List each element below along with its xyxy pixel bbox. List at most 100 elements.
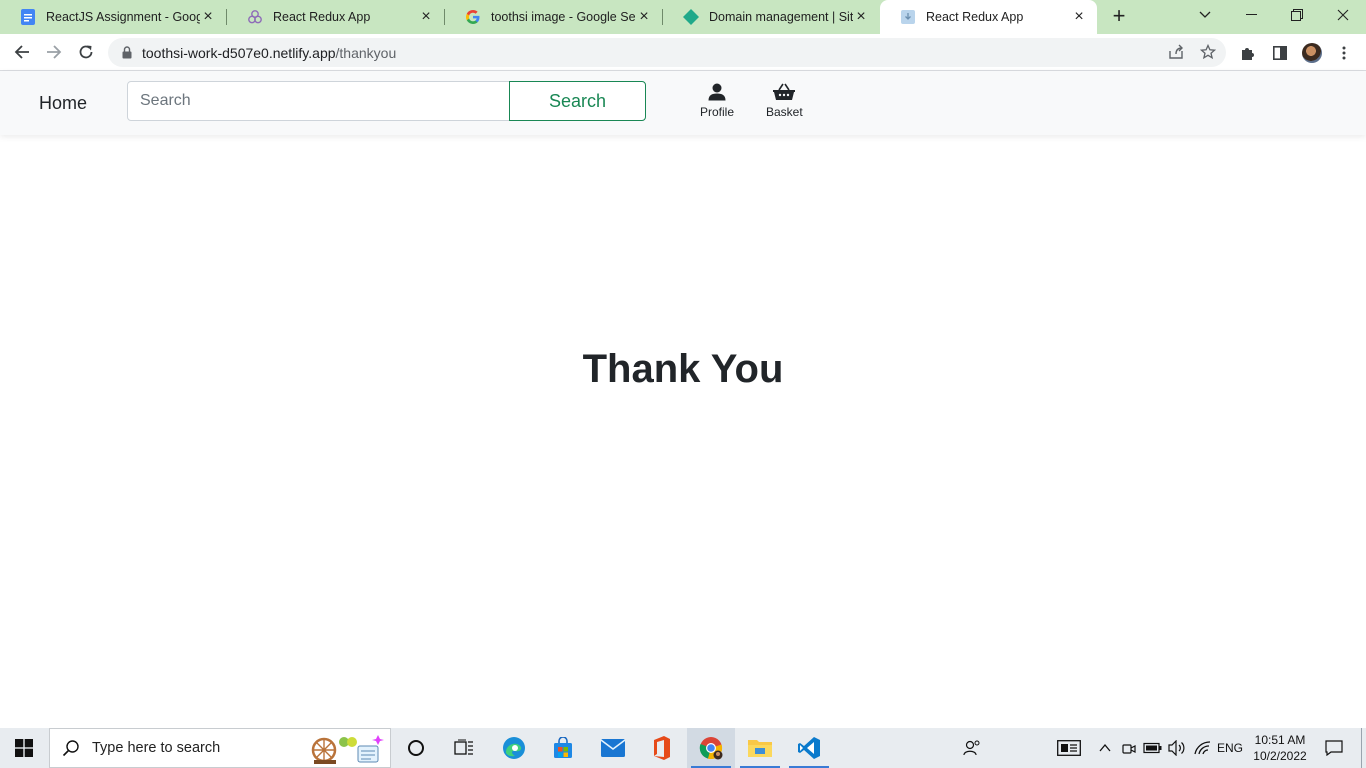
chrome-taskbar-button[interactable] <box>687 728 735 768</box>
reload-icon <box>79 45 93 59</box>
address-bar[interactable]: toothsi-work-d507e0.netlify.app/thankyou <box>108 38 1226 67</box>
store-taskbar-button[interactable] <box>539 728 587 768</box>
avatar <box>1302 43 1322 63</box>
close-tab-icon[interactable]: × <box>636 9 652 25</box>
show-desktop-button[interactable] <box>1361 728 1366 768</box>
tab-google-docs[interactable]: ReactJS Assignment - Google Docs × <box>0 0 226 34</box>
close-tab-icon[interactable]: × <box>1071 9 1087 25</box>
language-label: ENG <box>1216 741 1243 755</box>
system-clock[interactable]: 10:51 AM 10/2/2022 <box>1248 732 1312 764</box>
meet-now-button[interactable] <box>1120 728 1138 768</box>
tab-title: React Redux App <box>926 10 1024 24</box>
profile-avatar-button[interactable] <box>1302 43 1322 63</box>
home-link[interactable]: Home <box>39 93 87 114</box>
thank-you-heading: Thank You <box>582 347 784 391</box>
share-button[interactable] <box>1167 43 1185 61</box>
close-tab-icon[interactable]: × <box>418 9 434 25</box>
search-input[interactable] <box>127 81 510 121</box>
tab-title: Domain management | Site settings <box>709 10 853 24</box>
speaker-icon <box>1168 740 1185 756</box>
bookmark-button[interactable] <box>1199 43 1217 61</box>
clock-time: 10:51 AM <box>1254 733 1306 747</box>
kebab-menu-icon <box>1342 46 1346 60</box>
battery-icon <box>1143 742 1162 754</box>
action-center-button[interactable] <box>1320 728 1348 768</box>
tab-search-button[interactable] <box>1182 0 1228 30</box>
browser-menu-button[interactable] <box>1334 43 1354 63</box>
office-icon <box>654 736 670 760</box>
back-button[interactable] <box>10 40 34 64</box>
tab-react-redux-app[interactable]: React Redux App × <box>227 0 444 34</box>
tab-domain-management[interactable]: Domain management | Site settings × <box>663 0 879 34</box>
people-button[interactable] <box>960 728 984 768</box>
side-panel-icon <box>1273 46 1287 60</box>
profile-link[interactable]: Profile <box>700 83 734 119</box>
url-path: /thankyou <box>335 44 397 61</box>
edge-icon <box>503 737 525 759</box>
page-icon <box>900 9 916 25</box>
start-button[interactable] <box>0 728 48 768</box>
arrow-left-icon <box>14 45 29 59</box>
office-taskbar-button[interactable] <box>637 728 685 768</box>
battery-button[interactable] <box>1142 728 1164 768</box>
close-tab-icon[interactable]: × <box>200 9 216 25</box>
netlify-icon <box>247 9 263 25</box>
profile-label: Profile <box>700 105 735 119</box>
browser-toolbar: toothsi-work-d507e0.netlify.app/thankyou <box>0 34 1366 71</box>
minimize-icon <box>1245 14 1257 15</box>
folder-icon <box>748 740 772 757</box>
site-navbar: Home Search Profile Basket <box>0 71 1366 135</box>
news-icon <box>1057 740 1081 756</box>
task-view-button[interactable] <box>440 728 488 768</box>
person-icon <box>708 83 726 101</box>
wifi-icon <box>1194 741 1211 755</box>
close-tab-icon[interactable]: × <box>853 9 869 25</box>
people-icon <box>963 740 980 756</box>
camera-icon <box>1122 744 1136 754</box>
taskbar-search-placeholder: Type here to search <box>92 740 221 756</box>
side-panel-button[interactable] <box>1270 43 1290 63</box>
mail-icon <box>601 739 625 757</box>
vscode-taskbar-button[interactable] <box>785 728 833 768</box>
url-host: toothsi-work-d507e0.netlify.app <box>142 44 336 61</box>
basket-link[interactable]: Basket <box>766 83 803 119</box>
windows-logo-icon <box>15 739 33 757</box>
chevron-up-icon <box>1099 744 1111 752</box>
reload-button[interactable] <box>74 40 98 64</box>
share-icon <box>1169 44 1183 59</box>
google-icon <box>465 9 481 25</box>
restore-button[interactable] <box>1274 0 1320 30</box>
search-button[interactable]: Search <box>509 81 646 121</box>
edge-taskbar-button[interactable] <box>490 728 538 768</box>
mail-taskbar-button[interactable] <box>589 728 637 768</box>
tab-react-redux-app-active[interactable]: React Redux App × <box>880 0 1097 34</box>
search-icon <box>62 740 79 757</box>
clock-date: 10/2/2022 <box>1253 749 1307 763</box>
page-content: Home Search Profile Basket Thank You <box>0 71 1366 728</box>
forward-button[interactable] <box>42 40 66 64</box>
chrome-icon <box>699 737 723 760</box>
show-hidden-icons-button[interactable] <box>1096 728 1114 768</box>
file-explorer-taskbar-button[interactable] <box>736 728 784 768</box>
browser-tab-strip: ReactJS Assignment - Google Docs × React… <box>0 0 1366 34</box>
tab-title: toothsi image - Google Search <box>491 10 636 24</box>
windows-taskbar: Type here to search ENG 10:51 AM 10/2/20… <box>0 728 1366 768</box>
puzzle-icon <box>1242 48 1254 60</box>
tab-google-search[interactable]: toothsi image - Google Search × <box>445 0 662 34</box>
input-language-indicator[interactable]: ENG <box>1214 728 1246 768</box>
restore-icon <box>1291 9 1303 21</box>
cortana-button[interactable] <box>392 728 440 768</box>
netlify-diamond-icon <box>683 9 699 25</box>
new-tab-button[interactable]: + <box>1108 5 1130 28</box>
arrow-right-icon <box>47 45 62 59</box>
close-window-button[interactable] <box>1320 0 1366 30</box>
extensions-button[interactable] <box>1238 43 1258 63</box>
lock-icon[interactable] <box>120 46 134 60</box>
volume-button[interactable] <box>1166 728 1188 768</box>
news-widget-button[interactable] <box>1054 728 1084 768</box>
network-button[interactable] <box>1192 728 1214 768</box>
minimize-button[interactable] <box>1228 0 1274 30</box>
url-text: toothsi-work-d507e0.netlify.app/thankyou <box>142 45 396 61</box>
notification-icon <box>1325 740 1343 756</box>
taskbar-search-box[interactable]: Type here to search <box>49 728 391 768</box>
